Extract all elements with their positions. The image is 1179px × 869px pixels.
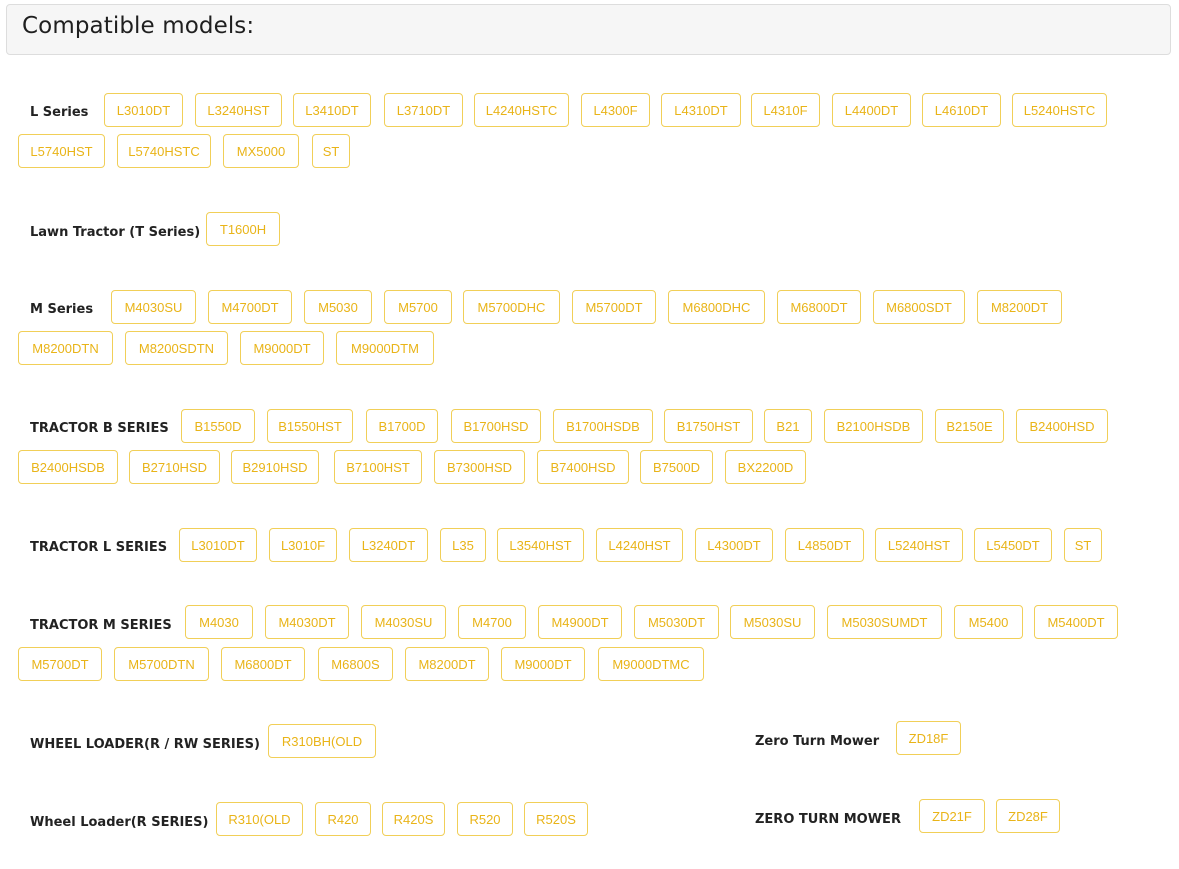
model-button[interactable]: L4610DT bbox=[922, 93, 1001, 127]
model-button[interactable]: BX2200D bbox=[725, 450, 806, 484]
model-button[interactable]: M5030SU bbox=[730, 605, 815, 639]
model-button[interactable]: B1550D bbox=[181, 409, 255, 443]
model-button[interactable]: R310BH(OLD bbox=[268, 724, 376, 758]
model-button[interactable]: M5700 bbox=[384, 290, 452, 324]
compatible-models-header: Compatible models: bbox=[6, 4, 1171, 55]
category-label: M Series bbox=[30, 302, 94, 317]
model-button[interactable]: M9000DT bbox=[501, 647, 585, 681]
model-button[interactable]: B2400HSDB bbox=[18, 450, 118, 484]
model-button[interactable]: M6800DHC bbox=[668, 290, 765, 324]
model-button[interactable]: M8200DT bbox=[405, 647, 489, 681]
model-button[interactable]: M8200DTN bbox=[18, 331, 113, 365]
category-label: TRACTOR M SERIES bbox=[30, 618, 172, 633]
model-button[interactable]: L3410DT bbox=[293, 93, 371, 127]
model-button[interactable]: B7100HST bbox=[334, 450, 422, 484]
model-button[interactable]: L5740HSTC bbox=[117, 134, 211, 168]
model-button[interactable]: B7500D bbox=[640, 450, 713, 484]
category-label: L Series bbox=[30, 105, 89, 120]
category-label: TRACTOR L SERIES bbox=[30, 540, 168, 555]
model-button[interactable]: M6800S bbox=[318, 647, 393, 681]
model-button[interactable]: M4700DT bbox=[208, 290, 292, 324]
category-label: WHEEL LOADER(R / RW SERIES) bbox=[30, 737, 260, 752]
model-button[interactable]: B2710HSD bbox=[129, 450, 220, 484]
model-button[interactable]: M5400 bbox=[954, 605, 1023, 639]
page-title: Compatible models: bbox=[22, 13, 255, 39]
model-button[interactable]: ZD18F bbox=[896, 721, 961, 755]
model-button[interactable]: MX5000 bbox=[223, 134, 299, 168]
model-button[interactable]: L5240HST bbox=[875, 528, 963, 562]
model-button[interactable]: B7400HSD bbox=[537, 450, 629, 484]
model-button[interactable]: R420S bbox=[382, 802, 445, 836]
model-button[interactable]: L35 bbox=[440, 528, 486, 562]
model-button[interactable]: B1700D bbox=[366, 409, 438, 443]
model-button[interactable]: M8200DT bbox=[977, 290, 1062, 324]
model-button[interactable]: B21 bbox=[764, 409, 812, 443]
model-button[interactable]: M4030 bbox=[185, 605, 253, 639]
model-button[interactable]: B2150E bbox=[935, 409, 1004, 443]
model-button[interactable]: R520 bbox=[457, 802, 513, 836]
model-button[interactable]: M4030SU bbox=[361, 605, 446, 639]
model-button[interactable]: M9000DT bbox=[240, 331, 324, 365]
category-label: Lawn Tractor (T Series) bbox=[30, 225, 201, 240]
model-button[interactable]: B2100HSDB bbox=[824, 409, 923, 443]
model-button[interactable]: ZD21F bbox=[919, 799, 985, 833]
model-button[interactable]: B1550HST bbox=[267, 409, 353, 443]
model-button[interactable]: M6800SDT bbox=[873, 290, 965, 324]
model-button[interactable]: L4400DT bbox=[832, 93, 911, 127]
category-label: ZERO TURN MOWER bbox=[755, 812, 901, 827]
model-button[interactable]: L3540HST bbox=[497, 528, 584, 562]
model-button[interactable]: L4310F bbox=[751, 93, 820, 127]
model-button[interactable]: L4300F bbox=[581, 93, 650, 127]
model-button[interactable]: L4850DT bbox=[785, 528, 864, 562]
category-label: TRACTOR B SERIES bbox=[30, 421, 169, 436]
model-button[interactable]: L4240HST bbox=[596, 528, 683, 562]
model-button[interactable]: L3010DT bbox=[179, 528, 257, 562]
model-button[interactable]: M5700DTN bbox=[114, 647, 209, 681]
model-button[interactable]: M4030SU bbox=[111, 290, 196, 324]
model-button[interactable]: T1600H bbox=[206, 212, 280, 246]
model-button[interactable]: L5240HSTC bbox=[1012, 93, 1107, 127]
model-button[interactable]: M4900DT bbox=[538, 605, 622, 639]
model-button[interactable]: M9000DTM bbox=[336, 331, 434, 365]
model-button[interactable]: B2400HSD bbox=[1016, 409, 1108, 443]
model-button[interactable]: B7300HSD bbox=[434, 450, 525, 484]
model-button[interactable]: ST bbox=[312, 134, 350, 168]
model-button[interactable]: L4300DT bbox=[695, 528, 773, 562]
model-button[interactable]: M6800DT bbox=[221, 647, 305, 681]
model-button[interactable]: L3240DT bbox=[349, 528, 428, 562]
model-button[interactable]: B1750HST bbox=[664, 409, 753, 443]
model-button[interactable]: L3240HST bbox=[195, 93, 282, 127]
category-label: Zero Turn Mower bbox=[755, 734, 880, 749]
model-button[interactable]: M5030 bbox=[304, 290, 372, 324]
model-button[interactable]: L3010DT bbox=[104, 93, 183, 127]
model-button[interactable]: R310(OLD bbox=[216, 802, 303, 836]
model-button[interactable]: R520S bbox=[524, 802, 588, 836]
model-button[interactable]: M5700DT bbox=[18, 647, 102, 681]
model-button[interactable]: ZD28F bbox=[996, 799, 1060, 833]
model-button[interactable]: M5700DT bbox=[572, 290, 656, 324]
model-button[interactable]: B1700HSDB bbox=[553, 409, 653, 443]
model-button[interactable]: L3010F bbox=[269, 528, 337, 562]
model-button[interactable]: M9000DTMC bbox=[598, 647, 704, 681]
category-label: Wheel Loader(R SERIES) bbox=[30, 815, 209, 830]
model-button[interactable]: M8200SDTN bbox=[125, 331, 228, 365]
model-button[interactable]: M4030DT bbox=[265, 605, 349, 639]
model-button[interactable]: M6800DT bbox=[777, 290, 861, 324]
model-button[interactable]: L4310DT bbox=[661, 93, 741, 127]
model-button[interactable]: M5700DHC bbox=[463, 290, 560, 324]
model-button[interactable]: L5450DT bbox=[974, 528, 1052, 562]
model-button[interactable]: L3710DT bbox=[384, 93, 463, 127]
model-button[interactable]: L5740HST bbox=[18, 134, 105, 168]
model-button[interactable]: M5030DT bbox=[634, 605, 719, 639]
model-button[interactable]: L4240HSTC bbox=[474, 93, 569, 127]
model-button[interactable]: ST bbox=[1064, 528, 1102, 562]
model-button[interactable]: M4700 bbox=[458, 605, 526, 639]
model-button[interactable]: M5400DT bbox=[1034, 605, 1118, 639]
model-button[interactable]: R420 bbox=[315, 802, 371, 836]
model-button[interactable]: M5030SUMDT bbox=[827, 605, 942, 639]
model-button[interactable]: B2910HSD bbox=[231, 450, 319, 484]
model-button[interactable]: B1700HSD bbox=[451, 409, 541, 443]
